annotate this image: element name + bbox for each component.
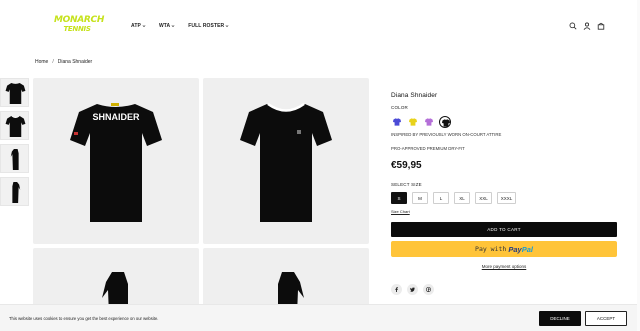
product-image-back[interactable]: SHNAIDER (33, 78, 199, 244)
shirt-lilac-icon (425, 118, 433, 126)
shirt-front-image (240, 102, 332, 222)
header-actions (569, 22, 605, 30)
product-image-front[interactable] (203, 78, 369, 244)
add-to-cart-button[interactable]: ADD TO CART (391, 222, 617, 237)
shirt-yellow-icon (409, 118, 417, 126)
pinterest-icon[interactable] (423, 284, 434, 295)
product-description-2: PRO-APPROVED PREMIUM DRY-FIT (391, 146, 465, 151)
site-header: MONARCH TENNIS ATP WTA FULL ROSTER (0, 0, 640, 52)
size-option-xxl[interactable]: XXL (475, 192, 492, 204)
account-icon[interactable] (583, 22, 591, 30)
size-option-m[interactable]: M (412, 192, 428, 204)
nav-item-wta[interactable]: WTA (159, 23, 175, 29)
shirt-purple-icon (393, 118, 401, 126)
accept-cookies-button[interactable]: ACCEPT (585, 311, 627, 326)
thumbnail-front[interactable] (0, 111, 29, 140)
facebook-icon[interactable] (391, 284, 402, 295)
size-label: SELECT SIZE (391, 182, 422, 187)
nav-item-label: ATP (131, 23, 141, 29)
twitter-icon[interactable] (407, 284, 418, 295)
swatch-yellow[interactable] (407, 116, 419, 128)
shirt-side-image (12, 182, 21, 203)
thumbnail-side-right[interactable] (0, 177, 29, 206)
thumbnail-list (0, 78, 30, 210)
product-title: Diana Shnaider (391, 92, 438, 99)
twitter-glyph (410, 287, 415, 292)
size-option-xxxl[interactable]: XXXL (497, 192, 516, 204)
shirt-name-print: SHNAIDER (92, 112, 140, 122)
size-option-xl[interactable]: XL (454, 192, 470, 204)
more-payment-options-link[interactable]: More payment options (391, 264, 617, 269)
thumbnail-back[interactable] (0, 78, 29, 107)
paypal-button[interactable]: Pay with PayPal (391, 241, 617, 257)
paypal-prefix: Pay with (475, 245, 507, 253)
logo-line-1: MONARCH (54, 15, 105, 25)
cookie-banner: This website uses cookies to ensure you … (0, 304, 640, 331)
color-label: COLOR (391, 105, 409, 110)
nav-item-label: FULL ROSTER (188, 23, 225, 29)
paypal-logo-part-2: Pal (521, 244, 533, 254)
chevron-down-icon (225, 25, 229, 28)
chevron-down-icon (142, 25, 146, 28)
size-option-s[interactable]: S (391, 192, 407, 204)
nav-item-full-roster[interactable]: FULL ROSTER (188, 23, 229, 29)
color-swatches (391, 116, 451, 128)
nav-item-atp[interactable]: ATP (131, 23, 146, 29)
product-price: €59,95 (391, 160, 422, 171)
breadcrumb: Home / Diana Shnaider (35, 59, 92, 65)
thumbnail-side-left[interactable] (0, 144, 29, 173)
main-nav: ATP WTA FULL ROSTER (131, 23, 242, 29)
search-icon[interactable] (569, 22, 577, 30)
brand-logo[interactable]: MONARCH TENNIS (54, 15, 105, 36)
shirt-black-icon (442, 119, 450, 127)
cookie-message: This website uses cookies to ensure you … (9, 316, 159, 321)
paypal-logo-part-1: Pay (508, 244, 522, 254)
swatch-purple[interactable] (391, 116, 403, 128)
cart-icon[interactable] (597, 22, 605, 30)
paypal-logo: PayPal (508, 245, 533, 254)
social-share (391, 284, 434, 295)
decline-cookies-button[interactable]: DECLINE (539, 311, 581, 326)
size-selector: S M L XL XXL XXXL (391, 192, 516, 204)
size-option-l[interactable]: L (433, 192, 449, 204)
nav-item-label: WTA (158, 23, 171, 29)
swatch-lilac[interactable] (423, 116, 435, 128)
shirt-side-image (10, 149, 19, 170)
swatch-black[interactable] (439, 116, 451, 128)
facebook-glyph (395, 287, 398, 292)
breadcrumb-separator: / (52, 59, 54, 65)
size-chart-link[interactable]: Size Chart (391, 209, 410, 214)
breadcrumb-current: Diana Shnaider (57, 59, 93, 65)
shirt-front-image (5, 115, 26, 137)
breadcrumb-home-link[interactable]: Home (35, 59, 48, 65)
chevron-down-icon (171, 25, 175, 28)
pinterest-glyph (426, 287, 431, 292)
logo-line-2: TENNIS (63, 25, 91, 33)
shirt-back-image: SHNAIDER (70, 103, 162, 222)
shirt-back-image (5, 83, 26, 104)
product-description-1: INSPIRED BY PREVIOUSLY WORN ON-COURT ATT… (391, 132, 502, 137)
